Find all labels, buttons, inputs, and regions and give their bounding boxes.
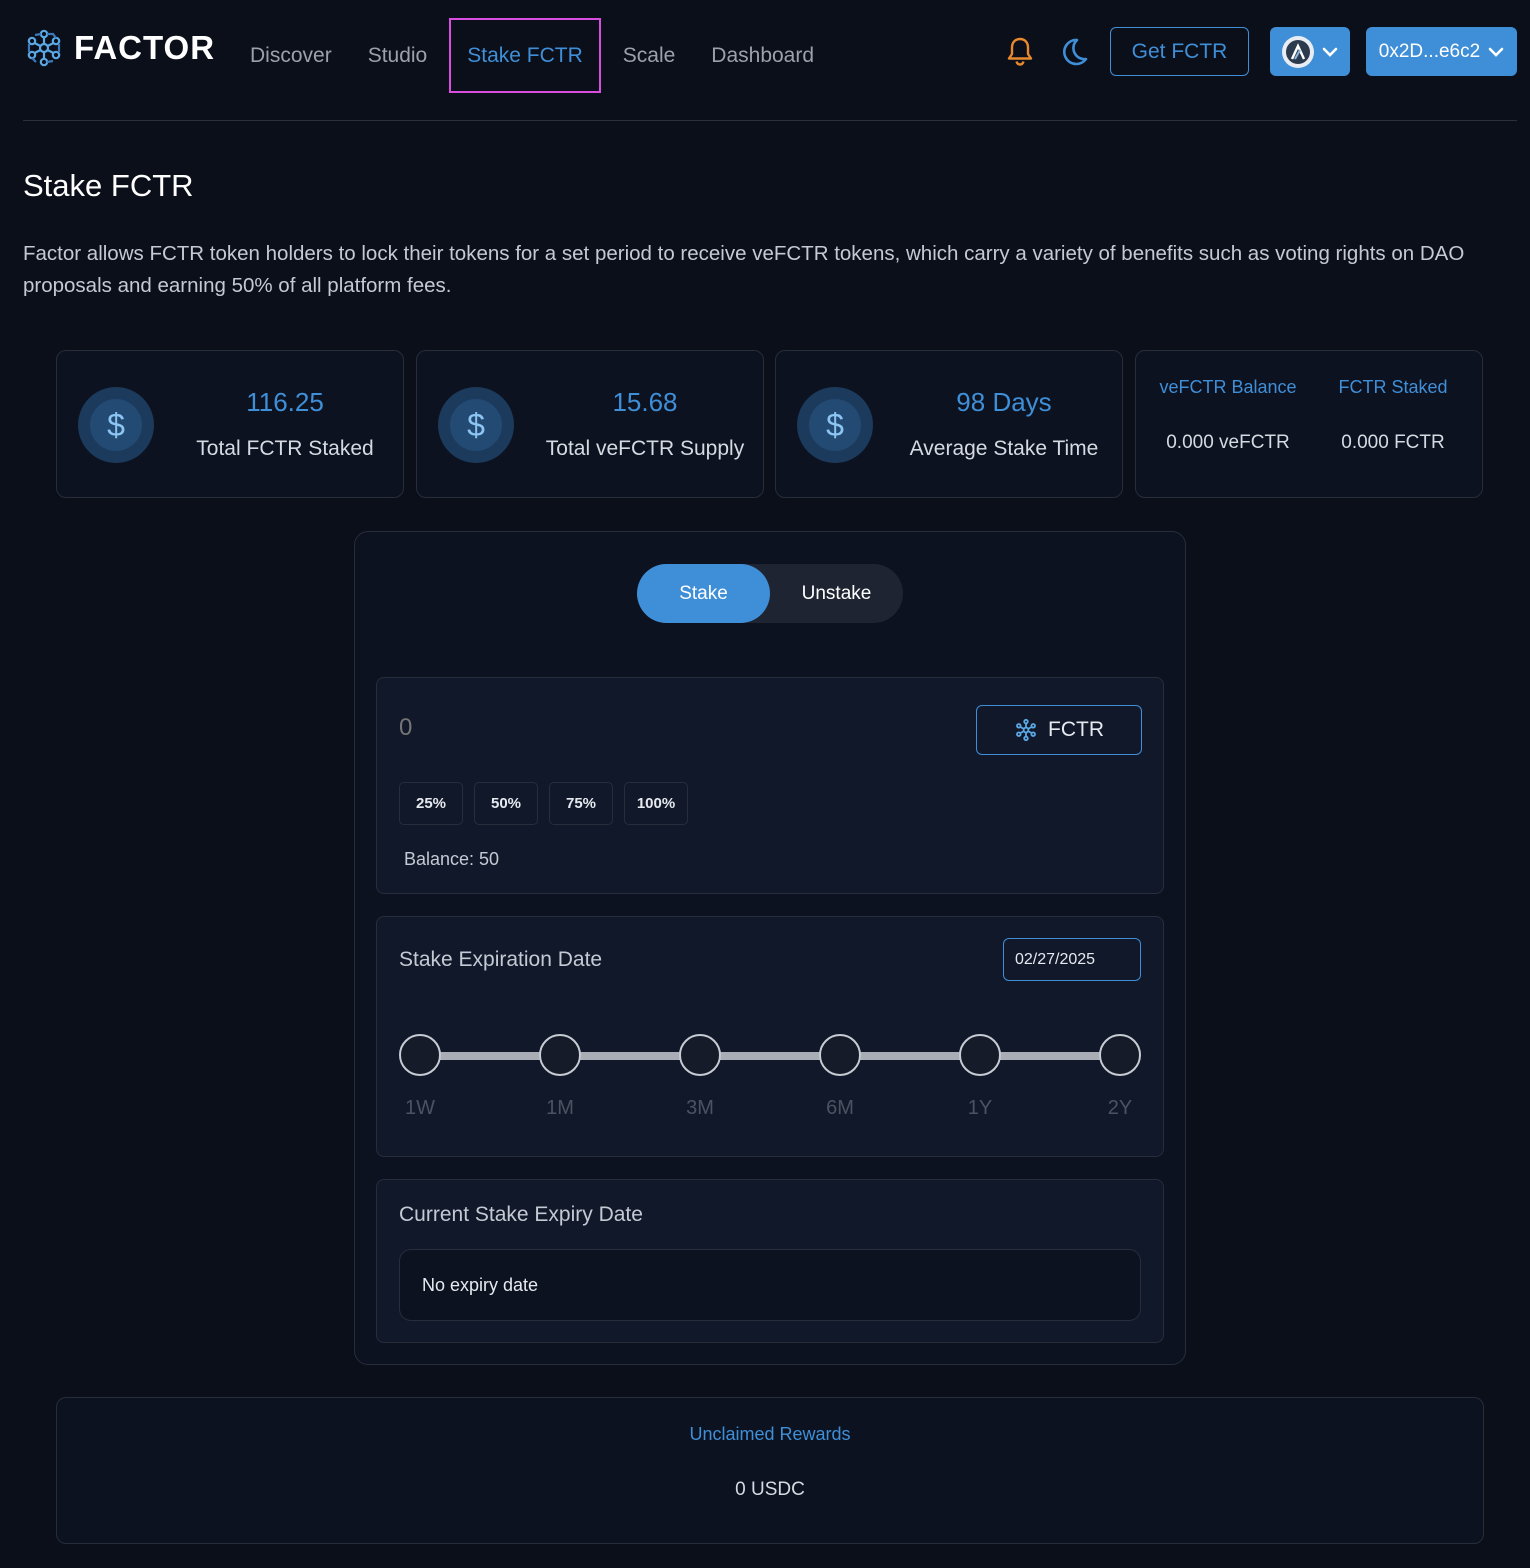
slider-step-1y[interactable] (959, 1034, 1001, 1076)
slider-step-1w[interactable] (399, 1034, 441, 1076)
stat-value: 98 Days (956, 387, 1052, 417)
current-expiry-title: Current Stake Expiry Date (399, 1203, 643, 1226)
dollar-icon: $ (797, 387, 873, 463)
stake-tab[interactable]: Stake (637, 564, 770, 623)
amount-card: FCTR 25% 50% 75% 100% Balance: 50 (376, 677, 1164, 894)
chevron-down-icon (1488, 47, 1504, 57)
expiration-title: Stake Expiration Date (399, 948, 603, 971)
slider-track (419, 1052, 1121, 1060)
stat-label: Total veFCTR Supply (545, 437, 745, 460)
token-selector-button[interactable]: FCTR (976, 705, 1142, 755)
logo-text: FACTOR (74, 29, 216, 66)
slider-step-6m[interactable] (819, 1034, 861, 1076)
stat-label: Total FCTR Staked (196, 437, 374, 460)
nav-scale[interactable]: Scale (605, 18, 694, 93)
unstake-tab[interactable]: Unstake (770, 564, 903, 623)
stat-label: Average Stake Time (909, 437, 1099, 460)
slider-step-3m[interactable] (679, 1034, 721, 1076)
rewards-value: 0 USDC (735, 1479, 805, 1500)
duration-label-6m: 6M (826, 1097, 854, 1119)
amount-input[interactable] (399, 714, 699, 742)
percent-50-button[interactable]: 50% (474, 782, 538, 825)
top-navbar: FACTOR Discover Studio Stake FCTR Scale … (0, 0, 1530, 104)
fctr-staked-title: FCTR Staked (1338, 377, 1448, 397)
network-selector-button[interactable] (1270, 27, 1350, 76)
percent-100-button[interactable]: 100% (624, 782, 688, 825)
vefctr-balance-value: 0.000 veFCTR (1166, 432, 1290, 453)
get-fctr-button[interactable]: Get FCTR (1110, 27, 1249, 76)
wallet-address-button[interactable]: 0x2D...e6c2 (1366, 27, 1517, 76)
fctr-staked: FCTR Staked 0.000 FCTR (1306, 377, 1480, 454)
fctr-staked-value: 0.000 FCTR (1341, 432, 1445, 453)
duration-label-1w: 1W (405, 1097, 435, 1119)
percent-buttons: 25% 50% 75% 100% (399, 782, 688, 825)
token-label: FCTR (1048, 718, 1104, 741)
stat-value: 15.68 (612, 387, 678, 417)
user-balance-card: veFCTR Balance 0.000 veFCTR FCTR Staked … (1135, 350, 1483, 498)
wallet-balance: Balance: 50 (404, 849, 500, 869)
duration-slider[interactable] (399, 1034, 1141, 1078)
stat-card-average-stake-time: $ 98 Days Average Stake Time (775, 350, 1123, 498)
percent-75-button[interactable]: 75% (549, 782, 613, 825)
stat-card-total-vefctr: $ 15.68 Total veFCTR Supply (416, 350, 764, 498)
stake-panel: Stake Unstake FCTR 25% 50% 75% 100% Bala… (354, 531, 1186, 1365)
duration-label-1y: 1Y (967, 1097, 993, 1119)
expiration-date-input[interactable]: 02/27/2025 (1003, 938, 1141, 981)
page-intro: Factor allows FCTR token holders to lock… (23, 242, 1465, 297)
nav-dashboard[interactable]: Dashboard (693, 18, 832, 93)
slider-step-1m[interactable] (539, 1034, 581, 1076)
dollar-icon: $ (78, 387, 154, 463)
stat-card-total-staked: $ 116.25 Total FCTR Staked (56, 350, 404, 498)
bell-icon[interactable] (1005, 36, 1035, 68)
main-nav: Discover Studio Stake FCTR Scale Dashboa… (232, 18, 832, 93)
wallet-address: 0x2D...e6c2 (1378, 40, 1481, 62)
duration-label-3m: 3M (686, 1097, 714, 1119)
slider-step-2y[interactable] (1099, 1034, 1141, 1076)
chevron-down-icon (1322, 47, 1338, 57)
fctr-token-icon (1016, 718, 1036, 742)
nav-studio[interactable]: Studio (350, 18, 446, 93)
unclaimed-rewards-card: Unclaimed Rewards 0 USDC (56, 1397, 1484, 1544)
page-title: Stake FCTR (23, 168, 194, 203)
stat-value: 116.25 (246, 387, 324, 417)
vefctr-balance: veFCTR Balance 0.000 veFCTR (1141, 377, 1315, 454)
duration-label-1m: 1M (546, 1097, 574, 1119)
current-expiry-card: Current Stake Expiry Date No expiry date (376, 1179, 1164, 1343)
duration-label-2y: 2Y (1107, 1097, 1133, 1119)
expiration-card: Stake Expiration Date 02/27/2025 1W 1M 3… (376, 916, 1164, 1157)
nav-discover[interactable]: Discover (232, 18, 350, 93)
header-divider (23, 120, 1517, 121)
stake-unstake-toggle: Stake Unstake (637, 564, 903, 623)
moon-icon[interactable] (1057, 36, 1089, 68)
rewards-title: Unclaimed Rewards (689, 1424, 851, 1444)
dollar-icon: $ (438, 387, 514, 463)
chain-icon (1282, 35, 1314, 68)
nav-stake-fctr[interactable]: Stake FCTR (449, 18, 601, 93)
percent-25-button[interactable]: 25% (399, 782, 463, 825)
factor-logo[interactable]: FACTOR (24, 28, 215, 68)
current-expiry-value: No expiry date (399, 1249, 1141, 1321)
vefctr-balance-title: veFCTR Balance (1159, 377, 1297, 397)
factor-logo-icon (27, 29, 61, 67)
